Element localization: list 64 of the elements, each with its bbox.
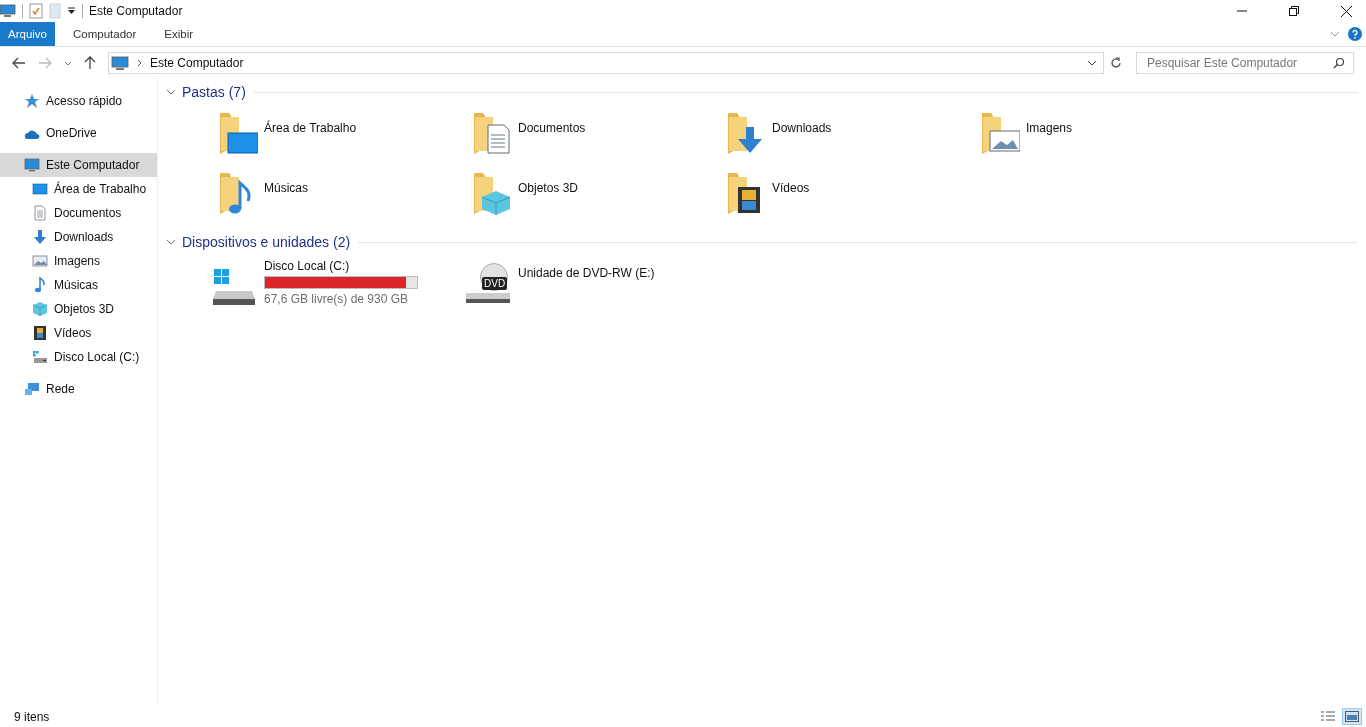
monitor-icon: [24, 157, 40, 173]
chevron-down-icon[interactable]: [1087, 60, 1097, 66]
ribbon-tab[interactable]: Arquivo: [0, 22, 55, 46]
music-note-icon: [32, 277, 48, 293]
folder-tile[interactable]: Área de Trabalho: [218, 111, 472, 171]
folder-tile[interactable]: Músicas: [218, 171, 472, 231]
large-icons-view-button[interactable]: [1342, 708, 1362, 725]
folder-icon: [980, 111, 1020, 155]
nav-item[interactable]: Downloads: [0, 225, 157, 249]
hard-drive-icon: [212, 267, 256, 307]
nav-item[interactable]: Disco Local (C:): [0, 345, 157, 369]
nav-item[interactable]: Imagens: [0, 249, 157, 273]
monitor-icon[interactable]: [0, 4, 16, 18]
nav-item[interactable]: Objetos 3D: [0, 297, 157, 321]
refresh-icon[interactable]: [1110, 57, 1122, 69]
restore-icon[interactable]: [1289, 6, 1299, 16]
folder-icon: [218, 111, 258, 155]
nav-item[interactable]: Acesso rápido: [0, 89, 157, 113]
ribbon-tab[interactable]: Computador: [63, 22, 147, 46]
desktop-icon: [32, 181, 48, 197]
folder-tile[interactable]: Vídeos: [726, 171, 980, 231]
help-icon[interactable]: [1348, 27, 1362, 41]
back-arrow-icon[interactable]: [12, 57, 26, 69]
drive-tile[interactable]: DVD Unidade de DVD-RW (E:): [466, 257, 720, 307]
properties-icon[interactable]: [29, 3, 43, 19]
nav-item[interactable]: Área de Trabalho: [0, 177, 157, 201]
close-icon[interactable]: [1341, 5, 1352, 17]
chevron-icon: [166, 239, 176, 245]
document-icon: [32, 205, 48, 221]
drive-icon: [32, 349, 48, 365]
cube-icon: [32, 301, 48, 317]
folder-tile[interactable]: Downloads: [726, 111, 980, 171]
film-icon: [32, 325, 48, 341]
address-bar[interactable]: Este Computador: [108, 52, 1104, 74]
picture-icon: [32, 253, 48, 269]
window-title: Este Computador: [89, 4, 183, 18]
dropdown-icon[interactable]: [67, 7, 76, 15]
drive-tile[interactable]: Disco Local (C:) 67,6 GB livre(s) de 930 GB: [212, 257, 466, 307]
folder-icon: [472, 111, 512, 155]
nav-item[interactable]: Rede: [0, 377, 157, 401]
nav-item[interactable]: OneDrive: [0, 121, 157, 145]
search-icon: [1333, 57, 1345, 69]
address-path: Este Computador: [150, 56, 244, 70]
nav-item[interactable]: Este Computador: [0, 153, 157, 177]
chevron-icon: [166, 89, 176, 95]
down-arrow-icon: [32, 229, 48, 245]
group-header[interactable]: Pastas (7): [166, 81, 1358, 103]
folder-tile[interactable]: Objetos 3D: [472, 171, 726, 231]
chevron-down-icon[interactable]: [64, 60, 72, 66]
nav-item[interactable]: Vídeos: [0, 321, 157, 345]
folder-tile[interactable]: Imagens: [980, 111, 1234, 171]
nav-item[interactable]: Músicas: [0, 273, 157, 297]
group-header[interactable]: Dispositivos e unidades (2): [166, 231, 1358, 253]
star-icon: [24, 93, 40, 109]
up-arrow-icon[interactable]: [84, 56, 96, 70]
folder-tile[interactable]: Documentos: [472, 111, 726, 171]
network-icon: [24, 381, 40, 397]
monitor-icon: [111, 55, 129, 71]
item-count: 9 itens: [14, 709, 50, 724]
ribbon-tab[interactable]: Exibir: [154, 22, 204, 46]
nav-item[interactable]: Documentos: [0, 201, 157, 225]
search-field[interactable]: Pesquisar Este Computador: [1136, 52, 1354, 74]
chevron-right-icon: [137, 59, 142, 67]
folder-icon: [472, 171, 512, 215]
